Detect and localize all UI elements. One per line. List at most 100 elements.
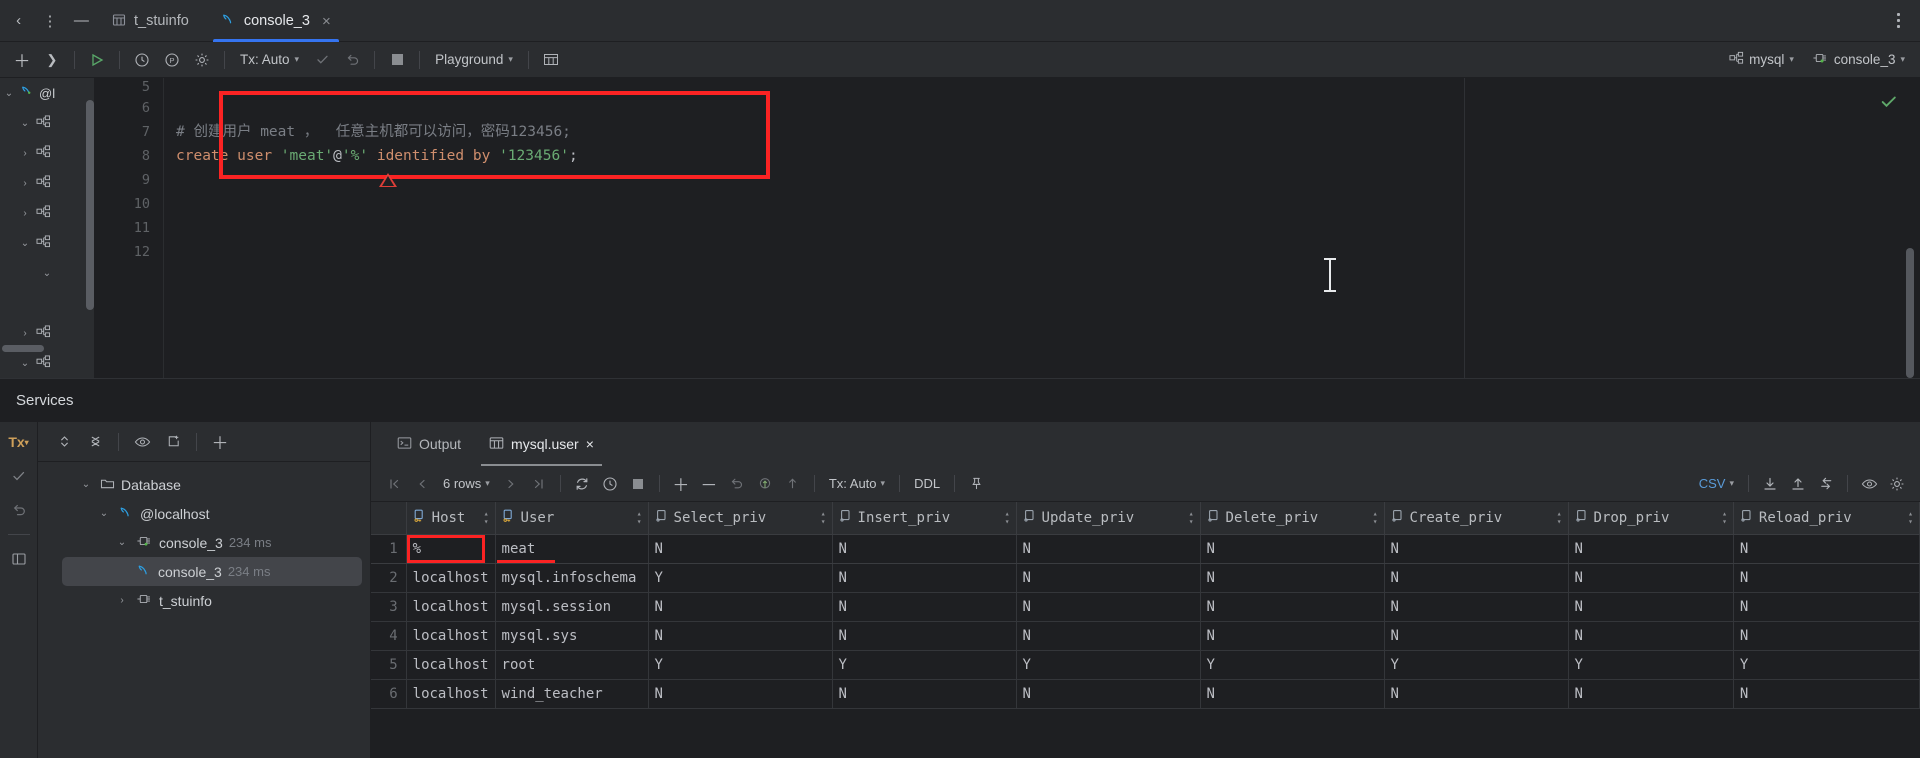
commit-check-icon[interactable] [4,462,34,490]
expand-right-icon[interactable]: ❯ [38,47,66,73]
add-icon[interactable]: ＋ [206,429,234,455]
refresh-icon[interactable] [569,471,595,497]
new-window-icon[interactable] [159,429,187,455]
tab-output[interactable]: Output [385,422,473,466]
cell-host[interactable]: localhost [406,621,496,651]
tx-mode-selector[interactable]: Tx: Auto ▾ [233,49,306,70]
last-page-icon[interactable] [526,471,552,497]
explorer-vertical-scrollbar[interactable] [86,100,94,310]
cell-user[interactable]: mysql.sys [495,621,649,651]
cell-delete_priv[interactable]: N [1200,563,1385,593]
editor-vertical-scrollbar[interactable] [1906,248,1914,378]
kebab-menu-icon[interactable]: ⋮ [35,6,64,36]
tab-mysql-user[interactable]: mysql.user × [477,422,606,466]
cell-delete_priv[interactable]: Y [1200,650,1385,680]
sql-editor[interactable]: 5 6 7 8 9 10 11 12 # 创建用户 meat ， 任意主机都可以… [95,78,1920,378]
cell-create_priv[interactable]: Y [1384,650,1569,680]
cell-insert_priv[interactable]: N [832,534,1017,564]
table-row[interactable]: 5 localhost root Y Y Y Y Y Y Y [371,650,1920,680]
chevron-right-icon[interactable]: › [18,208,32,219]
cell-update_priv[interactable]: N [1016,621,1201,651]
sort-indicator-icon[interactable]: ▴ ▾ [637,509,642,526]
cell-host[interactable]: localhost [406,563,496,593]
layout-toggle-icon[interactable] [4,545,34,573]
minimize-icon[interactable]: — [67,6,96,36]
cell-reload_priv[interactable]: N [1733,592,1920,622]
export-format-selector[interactable]: CSV ▾ [1693,473,1740,494]
cell-update_priv[interactable]: N [1016,534,1201,564]
tree-item-console3-file[interactable]: console_3 234 ms [62,557,362,586]
sort-indicator-icon[interactable]: ▴ ▾ [1373,509,1378,526]
chevron-down-icon[interactable]: ⌄ [2,88,16,99]
cell-update_priv[interactable]: Y [1016,650,1201,680]
chevron-down-icon[interactable]: ⌄ [18,358,32,369]
eye-icon[interactable] [128,429,156,455]
explorer-horizontal-scrollbar[interactable] [2,345,44,352]
upload-arrow-icon[interactable] [780,471,806,497]
cell-host[interactable]: localhost [406,650,496,680]
column-header-insert_priv[interactable]: Insert_priv ▴ ▾ [832,502,1017,535]
cell-delete_priv[interactable]: N [1200,534,1385,564]
chevron-right-icon[interactable]: › [18,328,32,339]
results-tx-selector[interactable]: Tx: Auto ▾ [823,473,891,494]
cell-user[interactable]: root [495,650,649,680]
sort-indicator-icon[interactable]: ▴ ▾ [1722,509,1727,526]
tree-item-console3-session[interactable]: ⌄ console_3 234 ms [38,528,370,557]
cell-user[interactable]: mysql.infoschema [495,563,649,593]
chevron-right-icon[interactable]: › [18,178,32,189]
cell-host[interactable]: localhost [406,592,496,622]
cell-drop_priv[interactable]: N [1568,534,1734,564]
tx-rail-icon[interactable]: Tx ▾ [4,428,34,456]
cell-reload_priv[interactable]: N [1733,679,1920,709]
rollback-icon[interactable] [4,496,34,524]
profile-p-icon[interactable]: P [158,47,186,73]
revert-icon[interactable] [724,471,750,497]
cell-drop_priv[interactable]: N [1568,592,1734,622]
sort-indicator-icon[interactable]: ▴ ▾ [1189,509,1194,526]
rollback-icon[interactable] [338,47,366,73]
cell-insert_priv[interactable]: N [832,563,1017,593]
ddl-button[interactable]: DDL [908,473,946,494]
code-content[interactable]: # 创建用户 meat ， 任意主机都可以访问，密码123456; create… [163,78,1920,378]
table-grid-icon[interactable] [537,47,565,73]
sort-indicator-icon[interactable]: ▴ ▾ [821,509,826,526]
back-chevron-icon[interactable]: ‹ [4,6,33,36]
row-count-selector[interactable]: 6 rows ▾ [437,473,496,494]
inspection-ok-icon[interactable] [1879,92,1898,114]
clock-history-icon[interactable] [597,471,623,497]
table-row[interactable]: 1 % meat N N N N N N N [371,534,1920,564]
cell-delete_priv[interactable]: N [1200,679,1385,709]
cell-delete_priv[interactable]: N [1200,621,1385,651]
column-header-host[interactable]: Host ▴ ▾ [406,502,496,535]
cell-insert_priv[interactable]: Y [832,650,1017,680]
cell-update_priv[interactable]: N [1016,592,1201,622]
chevron-down-icon[interactable]: ⌄ [18,238,32,249]
tree-item-localhost[interactable]: ⌄ @localhost [38,499,370,528]
chevron-down-icon[interactable]: ⌄ [18,118,32,129]
download-icon[interactable] [1757,471,1783,497]
table-row[interactable]: 2 localhost mysql.infoschema Y N N N N N… [371,563,1920,593]
cell-delete_priv[interactable]: N [1200,592,1385,622]
column-header-reload_priv[interactable]: Reload_priv ▴ ▾ [1733,502,1920,535]
chevron-down-icon[interactable]: ⌄ [40,268,54,279]
add-row-icon[interactable]: ＋ [668,471,694,497]
expand-collapse-icon[interactable] [50,429,78,455]
next-page-icon[interactable] [498,471,524,497]
chevron-down-icon[interactable]: ⌄ [114,537,130,548]
stop-square-icon[interactable] [383,47,411,73]
close-icon[interactable]: × [586,436,594,452]
cell-select_priv[interactable]: Y [648,650,833,680]
delete-row-icon[interactable]: － [696,471,722,497]
cell-create_priv[interactable]: N [1384,621,1569,651]
tab-console_3[interactable]: console_3 × [205,0,347,42]
cell-update_priv[interactable]: N [1016,563,1201,593]
cell-create_priv[interactable]: N [1384,563,1569,593]
column-header-drop_priv[interactable]: Drop_priv ▴ ▾ [1568,502,1734,535]
cell-host[interactable]: localhost [406,679,496,709]
cell-select_priv[interactable]: N [648,621,833,651]
first-page-icon[interactable] [381,471,407,497]
gear-icon[interactable] [1884,471,1910,497]
column-header-delete_priv[interactable]: Delete_priv ▴ ▾ [1200,502,1385,535]
chevron-right-icon[interactable]: › [18,148,32,159]
cell-drop_priv[interactable]: N [1568,679,1734,709]
